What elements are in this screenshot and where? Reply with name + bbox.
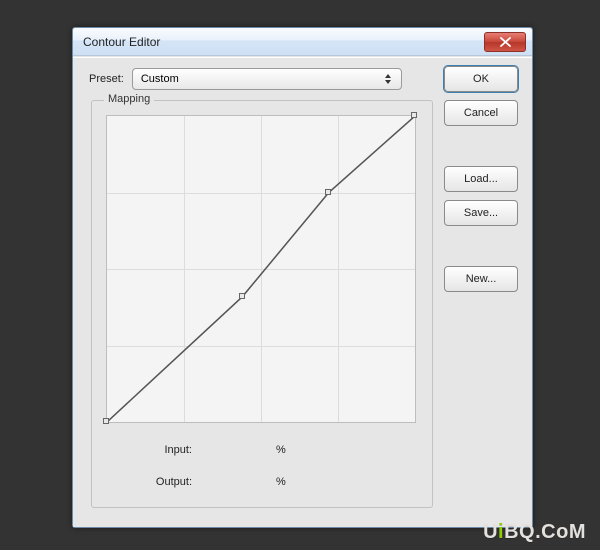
mapping-groupbox: Mapping Input: % Output: [91, 100, 433, 508]
curve-handle[interactable] [239, 293, 245, 299]
curve-handle[interactable] [411, 112, 417, 118]
preset-label: Preset: [89, 73, 124, 85]
output-value[interactable] [198, 473, 270, 491]
mapping-label: Mapping [104, 93, 154, 105]
output-percent: % [276, 476, 286, 488]
input-row: Input: % [132, 441, 286, 459]
output-label: Output: [132, 476, 192, 488]
preset-row: Preset: Custom [89, 68, 402, 90]
new-button[interactable]: New... [444, 266, 518, 292]
input-percent: % [276, 444, 286, 456]
save-button[interactable]: Save... [444, 200, 518, 226]
preset-value: Custom [141, 73, 179, 85]
curve-line [107, 116, 415, 422]
load-button[interactable]: Load... [444, 166, 518, 192]
curve-handle[interactable] [103, 418, 109, 424]
input-label: Input: [132, 444, 192, 456]
dialog-body: Preset: Custom OK Cancel Load... Save...… [73, 57, 532, 527]
titlebar[interactable]: Contour Editor [73, 28, 532, 56]
input-value[interactable] [198, 441, 270, 459]
close-icon [500, 37, 511, 47]
watermark: UiBQ.CoM [483, 521, 586, 544]
updown-icon [383, 72, 393, 86]
output-row: Output: % [132, 473, 286, 491]
close-button[interactable] [484, 32, 526, 52]
preset-select[interactable]: Custom [132, 68, 402, 90]
curve-handle[interactable] [325, 189, 331, 195]
button-column: OK Cancel Load... Save... New... [444, 66, 518, 292]
cancel-button[interactable]: Cancel [444, 100, 518, 126]
contour-editor-dialog: Contour Editor Preset: Custom OK Cancel … [72, 27, 533, 528]
curve-area[interactable] [106, 115, 416, 423]
ok-button[interactable]: OK [444, 66, 518, 92]
window-title: Contour Editor [83, 35, 484, 49]
